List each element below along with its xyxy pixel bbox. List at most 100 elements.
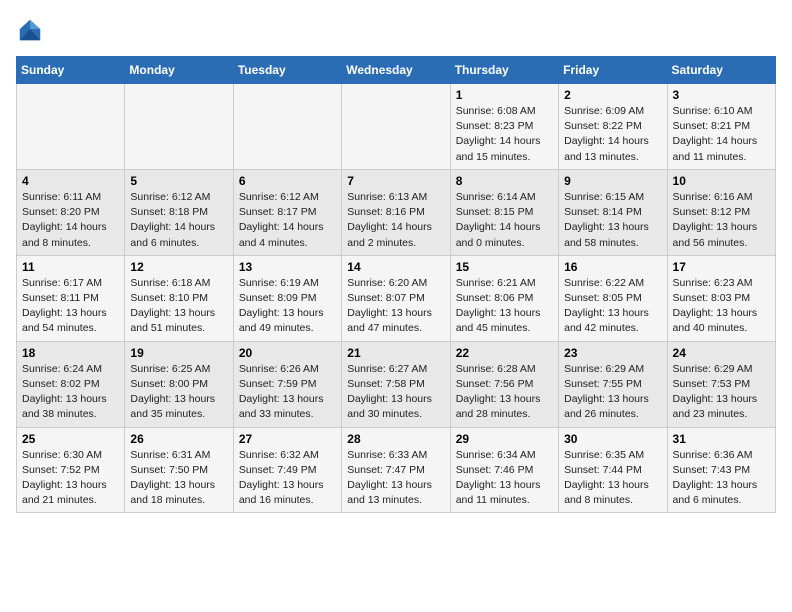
day-info: Sunrise: 6:10 AM Sunset: 8:21 PM Dayligh… <box>673 104 770 165</box>
day-info: Sunrise: 6:14 AM Sunset: 8:15 PM Dayligh… <box>456 190 553 251</box>
day-number: 6 <box>239 174 336 188</box>
day-number: 24 <box>673 346 770 360</box>
day-number: 27 <box>239 432 336 446</box>
calendar-cell <box>125 84 233 170</box>
day-number: 19 <box>130 346 227 360</box>
day-number: 26 <box>130 432 227 446</box>
day-number: 28 <box>347 432 444 446</box>
calendar-cell: 19 Sunrise: 6:25 AM Sunset: 8:00 PM Dayli… <box>125 341 233 427</box>
day-info: Sunrise: 6:27 AM Sunset: 7:58 PM Dayligh… <box>347 362 444 423</box>
calendar-cell: 20 Sunrise: 6:26 AM Sunset: 7:59 PM Dayli… <box>233 341 341 427</box>
calendar-cell: 22Sunrise: 6:28 AM Sunset: 7:56 PM Dayli… <box>450 341 558 427</box>
day-of-week-header: Wednesday <box>342 57 450 84</box>
calendar-cell: 8Sunrise: 6:14 AM Sunset: 8:15 PM Daylig… <box>450 169 558 255</box>
logo <box>16 16 48 44</box>
day-info: Sunrise: 6:36 AM Sunset: 7:43 PM Dayligh… <box>673 448 770 509</box>
day-info: Sunrise: 6:22 AM Sunset: 8:05 PM Dayligh… <box>564 276 661 337</box>
calendar-cell <box>233 84 341 170</box>
calendar-week-row: 4Sunrise: 6:11 AM Sunset: 8:20 PM Daylig… <box>17 169 776 255</box>
day-number: 13 <box>239 260 336 274</box>
day-info: Sunrise: 6:15 AM Sunset: 8:14 PM Dayligh… <box>564 190 661 251</box>
calendar-cell: 29 Sunrise: 6:34 AM Sunset: 7:46 PM Dayli… <box>450 427 558 513</box>
day-number: 16 <box>564 260 661 274</box>
day-info: Sunrise: 6:31 AM Sunset: 7:50 PM Dayligh… <box>130 448 227 509</box>
day-info: Sunrise: 6:12 AM Sunset: 8:17 PM Dayligh… <box>239 190 336 251</box>
calendar-cell: 11 Sunrise: 6:17 AM Sunset: 8:11 PM Dayli… <box>17 255 125 341</box>
day-info: Sunrise: 6:32 AM Sunset: 7:49 PM Dayligh… <box>239 448 336 509</box>
calendar-cell: 4Sunrise: 6:11 AM Sunset: 8:20 PM Daylig… <box>17 169 125 255</box>
day-number: 18 <box>22 346 119 360</box>
day-info: Sunrise: 6:13 AM Sunset: 8:16 PM Dayligh… <box>347 190 444 251</box>
day-info: Sunrise: 6:26 AM Sunset: 7:59 PM Dayligh… <box>239 362 336 423</box>
day-of-week-header: Thursday <box>450 57 558 84</box>
calendar-cell: 24 Sunrise: 6:29 AM Sunset: 7:53 PM Dayli… <box>667 341 775 427</box>
calendar-header-row: SundayMondayTuesdayWednesdayThursdayFrid… <box>17 57 776 84</box>
day-number: 29 <box>456 432 553 446</box>
calendar-week-row: 11 Sunrise: 6:17 AM Sunset: 8:11 PM Dayli… <box>17 255 776 341</box>
calendar-cell: 15 Sunrise: 6:21 AM Sunset: 8:06 PM Dayli… <box>450 255 558 341</box>
calendar-week-row: 18 Sunrise: 6:24 AM Sunset: 8:02 PM Dayli… <box>17 341 776 427</box>
calendar-cell: 9 Sunrise: 6:15 AM Sunset: 8:14 PM Daylig… <box>559 169 667 255</box>
calendar-cell <box>342 84 450 170</box>
day-number: 14 <box>347 260 444 274</box>
calendar-cell: 6 Sunrise: 6:12 AM Sunset: 8:17 PM Daylig… <box>233 169 341 255</box>
page-header <box>16 16 776 44</box>
day-of-week-header: Sunday <box>17 57 125 84</box>
day-number: 3 <box>673 88 770 102</box>
calendar-cell: 12 Sunrise: 6:18 AM Sunset: 8:10 PM Dayli… <box>125 255 233 341</box>
calendar-cell: 14 Sunrise: 6:20 AM Sunset: 8:07 PM Dayli… <box>342 255 450 341</box>
day-info: Sunrise: 6:09 AM Sunset: 8:22 PM Dayligh… <box>564 104 661 165</box>
day-info: Sunrise: 6:23 AM Sunset: 8:03 PM Dayligh… <box>673 276 770 337</box>
day-number: 5 <box>130 174 227 188</box>
day-of-week-header: Saturday <box>667 57 775 84</box>
day-of-week-header: Monday <box>125 57 233 84</box>
calendar-cell: 7 Sunrise: 6:13 AM Sunset: 8:16 PM Daylig… <box>342 169 450 255</box>
day-number: 21 <box>347 346 444 360</box>
day-info: Sunrise: 6:34 AM Sunset: 7:46 PM Dayligh… <box>456 448 553 509</box>
day-of-week-header: Tuesday <box>233 57 341 84</box>
day-number: 17 <box>673 260 770 274</box>
day-number: 7 <box>347 174 444 188</box>
calendar-cell: 25 Sunrise: 6:30 AM Sunset: 7:52 PM Dayli… <box>17 427 125 513</box>
calendar-cell: 10Sunrise: 6:16 AM Sunset: 8:12 PM Dayli… <box>667 169 775 255</box>
day-number: 15 <box>456 260 553 274</box>
day-info: Sunrise: 6:25 AM Sunset: 8:00 PM Dayligh… <box>130 362 227 423</box>
calendar-cell: 23 Sunrise: 6:29 AM Sunset: 7:55 PM Dayli… <box>559 341 667 427</box>
calendar-cell: 27 Sunrise: 6:32 AM Sunset: 7:49 PM Dayli… <box>233 427 341 513</box>
calendar-cell: 3 Sunrise: 6:10 AM Sunset: 8:21 PM Daylig… <box>667 84 775 170</box>
day-number: 23 <box>564 346 661 360</box>
calendar-cell: 28 Sunrise: 6:33 AM Sunset: 7:47 PM Dayli… <box>342 427 450 513</box>
day-number: 12 <box>130 260 227 274</box>
day-number: 31 <box>673 432 770 446</box>
day-info: Sunrise: 6:33 AM Sunset: 7:47 PM Dayligh… <box>347 448 444 509</box>
day-number: 1 <box>456 88 553 102</box>
calendar-week-row: 1Sunrise: 6:08 AM Sunset: 8:23 PM Daylig… <box>17 84 776 170</box>
calendar-cell: 26 Sunrise: 6:31 AM Sunset: 7:50 PM Dayli… <box>125 427 233 513</box>
day-info: Sunrise: 6:11 AM Sunset: 8:20 PM Dayligh… <box>22 190 119 251</box>
day-info: Sunrise: 6:35 AM Sunset: 7:44 PM Dayligh… <box>564 448 661 509</box>
day-number: 11 <box>22 260 119 274</box>
day-info: Sunrise: 6:30 AM Sunset: 7:52 PM Dayligh… <box>22 448 119 509</box>
day-info: Sunrise: 6:20 AM Sunset: 8:07 PM Dayligh… <box>347 276 444 337</box>
day-info: Sunrise: 6:29 AM Sunset: 7:53 PM Dayligh… <box>673 362 770 423</box>
day-number: 9 <box>564 174 661 188</box>
day-info: Sunrise: 6:18 AM Sunset: 8:10 PM Dayligh… <box>130 276 227 337</box>
day-info: Sunrise: 6:12 AM Sunset: 8:18 PM Dayligh… <box>130 190 227 251</box>
day-number: 20 <box>239 346 336 360</box>
day-number: 25 <box>22 432 119 446</box>
calendar-cell: 1Sunrise: 6:08 AM Sunset: 8:23 PM Daylig… <box>450 84 558 170</box>
day-info: Sunrise: 6:29 AM Sunset: 7:55 PM Dayligh… <box>564 362 661 423</box>
logo-icon <box>16 16 44 44</box>
day-info: Sunrise: 6:24 AM Sunset: 8:02 PM Dayligh… <box>22 362 119 423</box>
calendar-week-row: 25 Sunrise: 6:30 AM Sunset: 7:52 PM Dayli… <box>17 427 776 513</box>
day-number: 30 <box>564 432 661 446</box>
calendar-cell: 2 Sunrise: 6:09 AM Sunset: 8:22 PM Daylig… <box>559 84 667 170</box>
day-info: Sunrise: 6:17 AM Sunset: 8:11 PM Dayligh… <box>22 276 119 337</box>
calendar-cell: 21 Sunrise: 6:27 AM Sunset: 7:58 PM Dayli… <box>342 341 450 427</box>
day-info: Sunrise: 6:21 AM Sunset: 8:06 PM Dayligh… <box>456 276 553 337</box>
calendar-cell: 30 Sunrise: 6:35 AM Sunset: 7:44 PM Dayli… <box>559 427 667 513</box>
day-info: Sunrise: 6:19 AM Sunset: 8:09 PM Dayligh… <box>239 276 336 337</box>
day-number: 2 <box>564 88 661 102</box>
day-number: 10 <box>673 174 770 188</box>
calendar-cell <box>17 84 125 170</box>
